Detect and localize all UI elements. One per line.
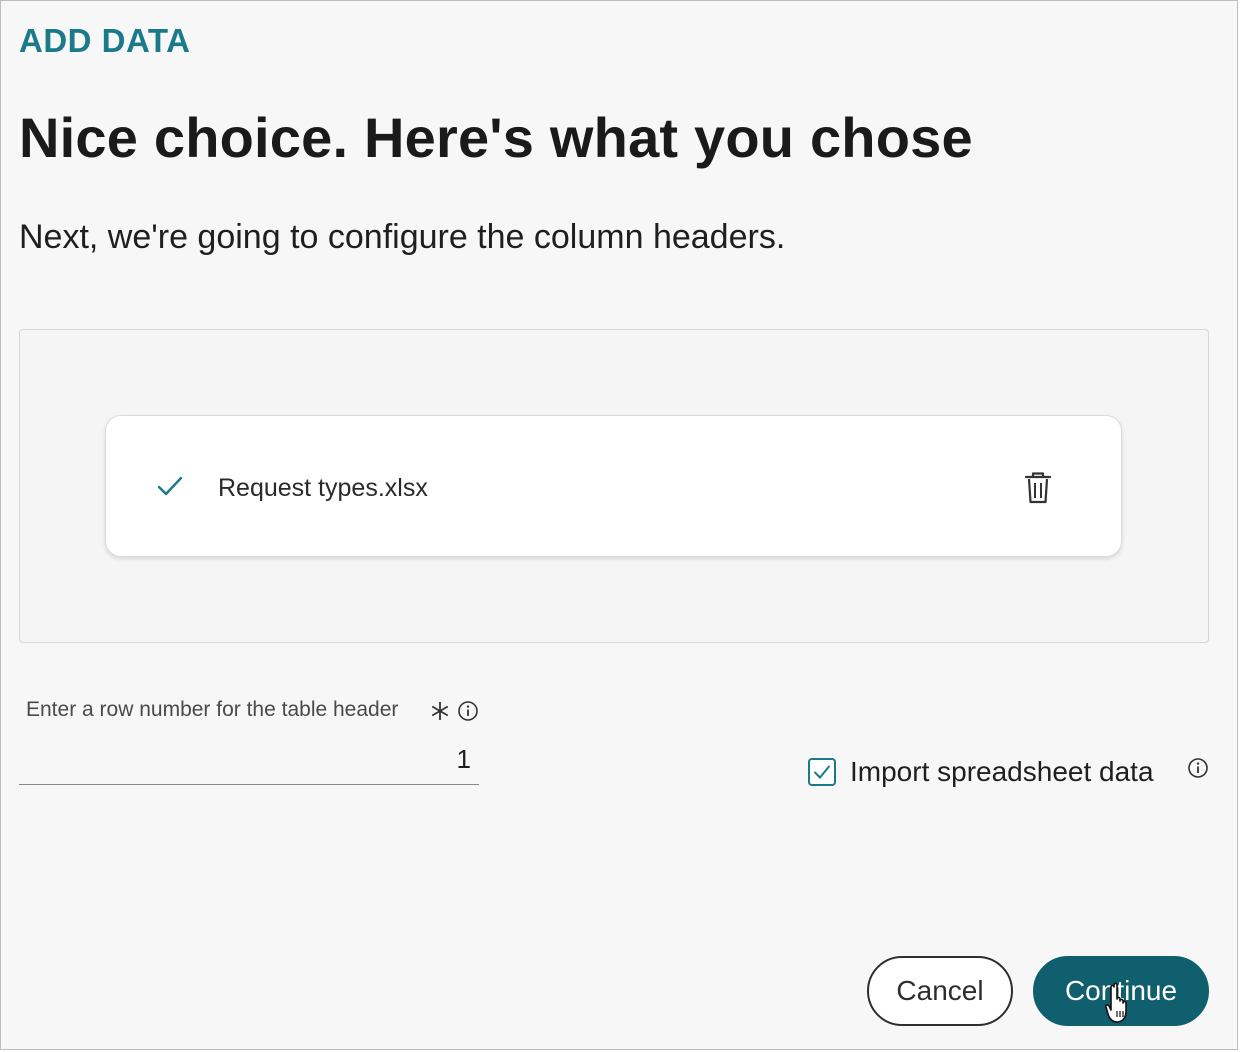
add-data-dialog: ADD DATA Nice choice. Here's what you ch…: [0, 0, 1238, 1050]
info-icon[interactable]: [1186, 756, 1210, 780]
page-subtitle: Next, we're going to configure the colum…: [19, 218, 786, 256]
check-icon: [156, 472, 184, 500]
file-name: Request types.xlsx: [218, 474, 428, 502]
section-eyebrow: ADD DATA: [19, 22, 191, 59]
header-row-label: Enter a row number for the table header: [26, 698, 399, 721]
file-card: Request types.xlsx: [105, 415, 1122, 557]
page-title: Nice choice. Here's what you chose: [19, 106, 973, 169]
import-spreadsheet-checkbox[interactable]: [808, 758, 836, 786]
info-icon[interactable]: [457, 700, 479, 722]
import-spreadsheet-label: Import spreadsheet data: [850, 756, 1154, 787]
continue-button[interactable]: Continue: [1033, 956, 1209, 1026]
cancel-button[interactable]: Cancel: [867, 956, 1013, 1026]
header-row-input[interactable]: [19, 735, 479, 785]
trash-icon[interactable]: [1018, 470, 1058, 506]
asterisk-icon: [429, 700, 451, 722]
